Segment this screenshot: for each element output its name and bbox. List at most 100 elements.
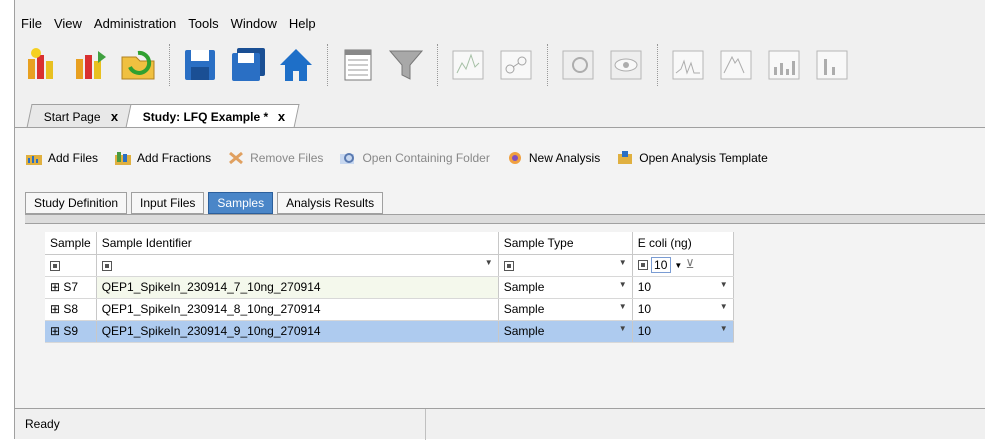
- new-analysis-button[interactable]: New Analysis: [506, 150, 600, 166]
- tab-analysis-results[interactable]: Analysis Results: [277, 192, 384, 214]
- column-header-sample[interactable]: Sample: [45, 232, 97, 255]
- bar-chart-2-button[interactable]: [809, 41, 855, 89]
- tab-start-page[interactable]: Start Page x: [26, 104, 132, 128]
- chevron-down-icon[interactable]: ▼: [720, 324, 728, 333]
- new-study-button[interactable]: [19, 41, 65, 89]
- grid-view-button[interactable]: [335, 41, 381, 89]
- ecoli-filter-input[interactable]: 10: [651, 257, 672, 273]
- ecoli-cell[interactable]: 10 ▼: [632, 320, 734, 343]
- add-files-button[interactable]: Add Files: [25, 150, 98, 166]
- filter-operator-icon[interactable]: [101, 260, 112, 271]
- chevron-down-icon[interactable]: ▼: [619, 302, 627, 311]
- menu-file[interactable]: File: [15, 16, 48, 31]
- tab-input-files[interactable]: Input Files: [131, 192, 205, 214]
- type-value: Sample: [503, 302, 545, 316]
- column-header-sample-type[interactable]: Sample Type: [498, 232, 633, 255]
- sample-cell[interactable]: ⊞ S7: [45, 276, 97, 299]
- bar-chart-button[interactable]: [761, 41, 807, 89]
- chevron-down-icon[interactable]: ▼: [619, 258, 627, 267]
- identifier-cell[interactable]: QEP1_SpikeIn_230914_7_10ng_270914: [96, 276, 499, 299]
- table-row-selected[interactable]: ⊞ S9 QEP1_SpikeIn_230914_9_10ng_270914 S…: [45, 320, 734, 343]
- close-icon[interactable]: x: [111, 109, 118, 124]
- ecoli-cell[interactable]: 10 ▼: [632, 276, 734, 299]
- tab-study-definition[interactable]: Study Definition: [25, 192, 128, 214]
- chevron-down-icon[interactable]: ▼: [619, 324, 627, 333]
- sample-cell[interactable]: ⊞ S9: [45, 320, 97, 343]
- identifier-filter-cell[interactable]: ▼: [96, 254, 499, 277]
- sample-cell[interactable]: ⊞ S8: [45, 298, 97, 321]
- menu-administration[interactable]: Administration: [88, 16, 182, 31]
- open-study-icon: [76, 51, 106, 79]
- menu-bar: File View Administration Tools Window He…: [15, 12, 322, 34]
- sample-filter-cell[interactable]: [45, 254, 97, 277]
- clear-filter-icon[interactable]: ⊻: [686, 257, 695, 271]
- type-cell[interactable]: Sample ▼: [498, 298, 633, 321]
- identifier-cell[interactable]: QEP1_SpikeIn_230914_8_10ng_270914: [96, 298, 499, 321]
- chevron-down-icon[interactable]: ▼: [619, 280, 627, 289]
- toolbar: [19, 36, 985, 94]
- filter-operator-icon[interactable]: [50, 260, 60, 271]
- chromatogram-icon: [562, 50, 594, 80]
- action-bar: Add Files Add Fractions Remove Files Ope…: [25, 150, 784, 166]
- menu-help[interactable]: Help: [283, 16, 322, 31]
- type-cell[interactable]: Sample ▼: [498, 320, 633, 343]
- filter-operator-icon[interactable]: [637, 260, 648, 270]
- add-fractions-button[interactable]: Add Fractions: [114, 150, 211, 166]
- type-cell[interactable]: Sample ▼: [498, 276, 633, 299]
- type-filter-cell[interactable]: ▼: [498, 254, 633, 277]
- sample-name: S9: [63, 324, 79, 338]
- home-button[interactable]: [273, 41, 319, 89]
- grid-header-bar: [25, 214, 985, 224]
- chevron-down-icon[interactable]: ▼: [674, 261, 682, 270]
- chevron-down-icon[interactable]: ▼: [720, 280, 728, 289]
- peak-chart-2-button[interactable]: [713, 41, 759, 89]
- spectrum-view-button[interactable]: [445, 41, 491, 89]
- molecule-button[interactable]: [493, 41, 539, 89]
- menu-window[interactable]: Window: [225, 16, 283, 31]
- remove-files-button[interactable]: Remove Files: [227, 150, 323, 166]
- new-analysis-icon: [508, 152, 521, 164]
- expand-icon[interactable]: ⊞: [50, 280, 60, 294]
- molecule-icon: [500, 50, 532, 80]
- refresh-button[interactable]: [115, 41, 161, 89]
- open-folder-label: Open Containing Folder: [362, 151, 490, 165]
- eye-view-button[interactable]: [603, 41, 649, 89]
- expand-icon[interactable]: ⊞: [50, 324, 60, 338]
- filter-row: ▼ ▼ 10 ▼ ⊻: [45, 254, 734, 277]
- bar-chart-icon: [768, 50, 800, 80]
- menu-tools[interactable]: Tools: [182, 16, 224, 31]
- samples-grid: Sample Sample Identifier Sample Type E c…: [45, 232, 734, 343]
- chromatogram-button[interactable]: [555, 41, 601, 89]
- save-button[interactable]: [177, 41, 223, 89]
- ecoli-filter-cell[interactable]: 10 ▼ ⊻: [632, 254, 734, 277]
- table-row[interactable]: ⊞ S8 QEP1_SpikeIn_230914_8_10ng_270914 S…: [45, 298, 734, 321]
- tab-samples[interactable]: Samples: [208, 192, 274, 214]
- grid-header-row: Sample Sample Identifier Sample Type E c…: [45, 232, 734, 255]
- study-content: Add Files Add Fractions Remove Files Ope…: [15, 128, 985, 408]
- identifier-cell[interactable]: QEP1_SpikeIn_230914_9_10ng_270914: [96, 320, 499, 343]
- close-icon[interactable]: x: [278, 109, 285, 124]
- column-header-sample-identifier[interactable]: Sample Identifier: [96, 232, 499, 255]
- open-folder-button[interactable]: Open Containing Folder: [339, 150, 490, 166]
- column-header-e-coli[interactable]: E coli (ng): [632, 232, 734, 255]
- folder-search-icon: [340, 153, 355, 164]
- sample-name: S7: [63, 280, 79, 294]
- toolbar-separator: [169, 44, 171, 86]
- tab-study[interactable]: Study: LFQ Example * x: [125, 104, 300, 128]
- open-template-button[interactable]: Open Analysis Template: [616, 150, 768, 166]
- table-row[interactable]: ⊞ S7 QEP1_SpikeIn_230914_7_10ng_270914 S…: [45, 276, 734, 299]
- chevron-down-icon[interactable]: ▼: [720, 302, 728, 311]
- ecoli-cell[interactable]: 10 ▼: [632, 298, 734, 321]
- peak-chart-button[interactable]: [665, 41, 711, 89]
- filter-button[interactable]: [383, 41, 429, 89]
- filter-operator-icon[interactable]: [503, 260, 514, 271]
- study-subtabs: Study Definition Input Files Samples Ana…: [25, 192, 387, 214]
- chevron-down-icon[interactable]: ▼: [485, 258, 493, 267]
- save-all-button[interactable]: [225, 41, 271, 89]
- expand-icon[interactable]: ⊞: [50, 302, 60, 316]
- open-template-icon: [618, 151, 633, 164]
- refresh-icon: [121, 50, 155, 80]
- open-study-button[interactable]: [67, 41, 113, 89]
- home-icon: [280, 49, 312, 81]
- menu-view[interactable]: View: [48, 16, 88, 31]
